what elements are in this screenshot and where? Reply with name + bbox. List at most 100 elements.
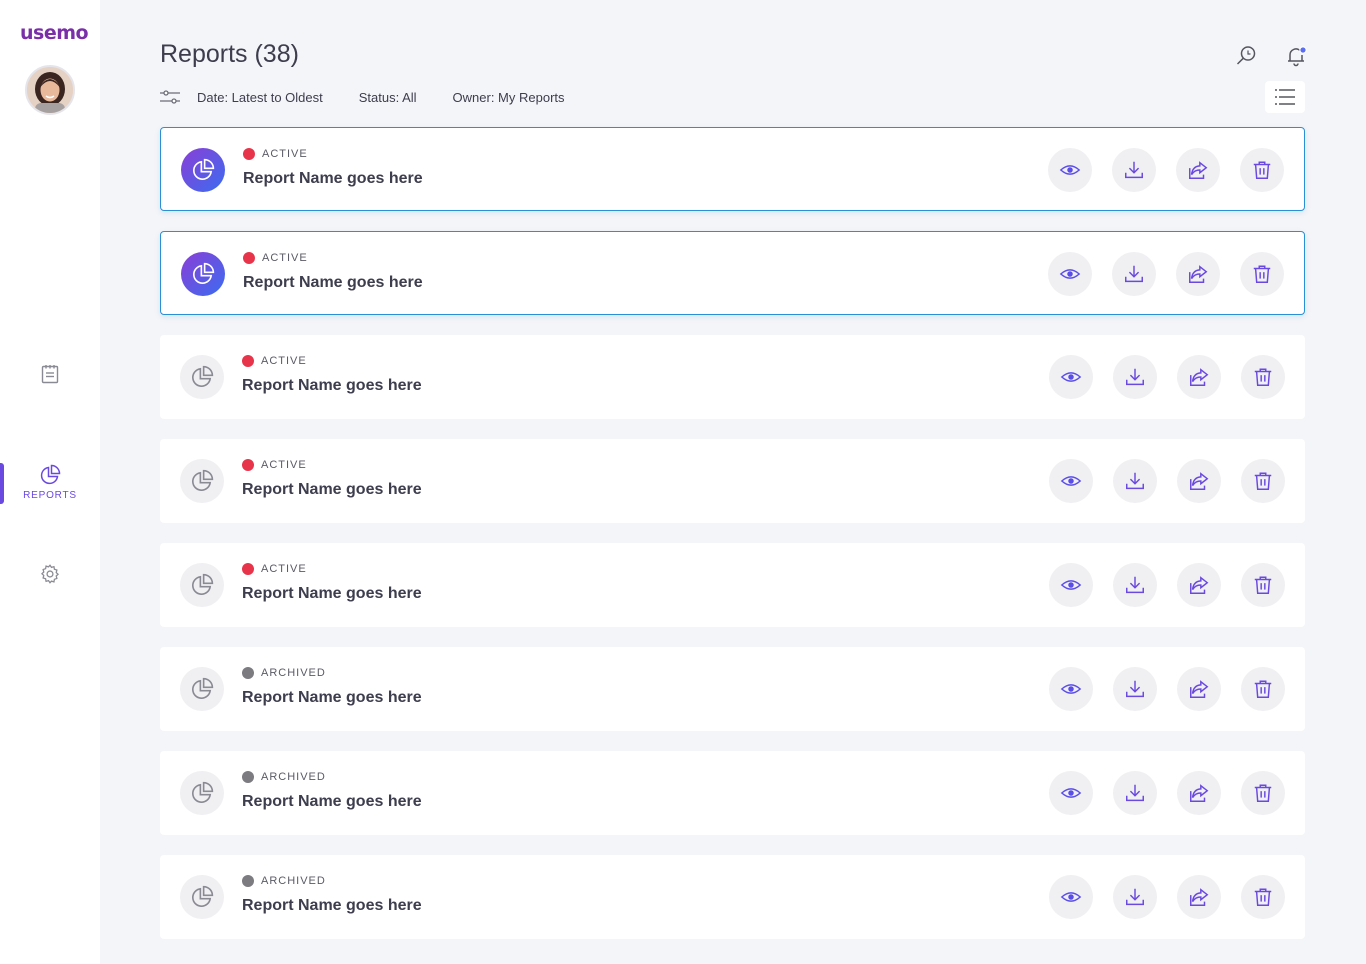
report-type-badge: [180, 355, 224, 399]
delete-button[interactable]: [1241, 875, 1285, 919]
avatar-image: [27, 67, 73, 113]
status-label: ACTIVE: [261, 563, 307, 575]
report-name[interactable]: Report Name goes here: [243, 274, 423, 292]
delete-button[interactable]: [1241, 563, 1285, 607]
delete-button[interactable]: [1241, 459, 1285, 503]
download-icon: [1126, 368, 1144, 386]
status-label: ACTIVE: [262, 148, 308, 160]
eye-icon: [1060, 684, 1082, 694]
view-button[interactable]: [1049, 355, 1093, 399]
share-button[interactable]: [1176, 148, 1220, 192]
report-row[interactable]: ACTIVE Report Name goes here: [160, 335, 1305, 419]
report-row[interactable]: ACTIVE Report Name goes here: [160, 439, 1305, 523]
share-button[interactable]: [1177, 563, 1221, 607]
sidebar-item-reports[interactable]: REPORTS: [0, 464, 100, 501]
download-button[interactable]: [1112, 148, 1156, 192]
filter-owner[interactable]: Owner: My Reports: [453, 90, 565, 105]
sidebar: usemo REPORTS: [0, 0, 100, 964]
view-button[interactable]: [1048, 252, 1092, 296]
download-button[interactable]: [1113, 355, 1157, 399]
view-button[interactable]: [1049, 875, 1093, 919]
status-dot: [242, 667, 254, 679]
report-name[interactable]: Report Name goes here: [242, 897, 422, 915]
notifications-button[interactable]: [1284, 44, 1308, 68]
list-icon: [1275, 89, 1295, 105]
share-button[interactable]: [1177, 875, 1221, 919]
report-row[interactable]: ARCHIVED Report Name goes here: [160, 855, 1305, 939]
download-button[interactable]: [1113, 563, 1157, 607]
pie-chart-icon: [192, 781, 214, 803]
pie-chart-icon: [193, 158, 215, 180]
report-row[interactable]: ACTIVE Report Name goes here: [160, 543, 1305, 627]
report-actions: [1029, 459, 1285, 503]
download-icon: [1125, 161, 1143, 179]
avatar[interactable]: [25, 65, 75, 115]
delete-button[interactable]: [1240, 252, 1284, 296]
download-button[interactable]: [1112, 252, 1156, 296]
filter-status[interactable]: Status: All: [359, 90, 417, 105]
download-icon: [1126, 680, 1144, 698]
delete-button[interactable]: [1241, 667, 1285, 711]
status-label: ACTIVE: [261, 459, 307, 471]
report-name[interactable]: Report Name goes here: [242, 481, 422, 499]
report-row[interactable]: ACTIVE Report Name goes here: [160, 127, 1305, 211]
list-view-button[interactable]: [1265, 81, 1305, 113]
download-button[interactable]: [1113, 771, 1157, 815]
download-button[interactable]: [1113, 875, 1157, 919]
report-name[interactable]: Report Name goes here: [242, 689, 422, 707]
report-row[interactable]: ARCHIVED Report Name goes here: [160, 751, 1305, 835]
trash-icon: [1254, 576, 1272, 594]
view-button[interactable]: [1048, 148, 1092, 192]
sidebar-item-label: REPORTS: [23, 490, 77, 501]
status-label: ACTIVE: [261, 355, 307, 367]
status-dot: [242, 875, 254, 887]
eye-icon: [1060, 372, 1082, 382]
download-button[interactable]: [1113, 667, 1157, 711]
status-dot: [242, 355, 254, 367]
delete-button[interactable]: [1241, 771, 1285, 815]
report-status: ACTIVE: [242, 563, 307, 575]
share-button[interactable]: [1177, 459, 1221, 503]
report-row[interactable]: ACTIVE Report Name goes here: [160, 231, 1305, 315]
trash-icon: [1254, 472, 1272, 490]
report-status: ACTIVE: [242, 355, 307, 367]
report-type-badge: [180, 771, 224, 815]
report-name[interactable]: Report Name goes here: [242, 585, 422, 603]
delete-button[interactable]: [1240, 148, 1284, 192]
share-icon: [1190, 472, 1209, 490]
download-button[interactable]: [1113, 459, 1157, 503]
sidebar-item-notes[interactable]: [0, 363, 100, 385]
report-name[interactable]: Report Name goes here: [242, 377, 422, 395]
share-button[interactable]: [1176, 252, 1220, 296]
filter-date[interactable]: Date: Latest to Oldest: [197, 90, 323, 105]
view-button[interactable]: [1049, 459, 1093, 503]
view-button[interactable]: [1049, 563, 1093, 607]
sidebar-item-settings[interactable]: [0, 563, 100, 585]
logo[interactable]: usemo: [20, 22, 89, 44]
trash-icon: [1254, 368, 1272, 386]
trash-icon: [1253, 265, 1271, 283]
trash-icon: [1254, 680, 1272, 698]
status-dot: [242, 563, 254, 575]
delete-button[interactable]: [1241, 355, 1285, 399]
view-button[interactable]: [1049, 771, 1093, 815]
view-button[interactable]: [1049, 667, 1093, 711]
bell-icon: [1288, 46, 1307, 67]
filter-settings-button[interactable]: [160, 89, 197, 105]
share-icon: [1189, 265, 1208, 283]
download-icon: [1126, 888, 1144, 906]
report-actions: [1029, 355, 1285, 399]
share-icon: [1190, 680, 1209, 698]
report-name[interactable]: Report Name goes here: [242, 793, 422, 811]
gear-icon: [39, 563, 61, 585]
share-button[interactable]: [1177, 667, 1221, 711]
clipboard-icon: [39, 363, 61, 385]
report-actions: [1029, 563, 1285, 607]
report-type-badge: [180, 459, 224, 503]
share-button[interactable]: [1177, 355, 1221, 399]
report-name[interactable]: Report Name goes here: [243, 170, 423, 188]
report-row[interactable]: ARCHIVED Report Name goes here: [160, 647, 1305, 731]
pie-chart-icon: [192, 885, 214, 907]
share-button[interactable]: [1177, 771, 1221, 815]
search-button[interactable]: [1234, 44, 1258, 68]
